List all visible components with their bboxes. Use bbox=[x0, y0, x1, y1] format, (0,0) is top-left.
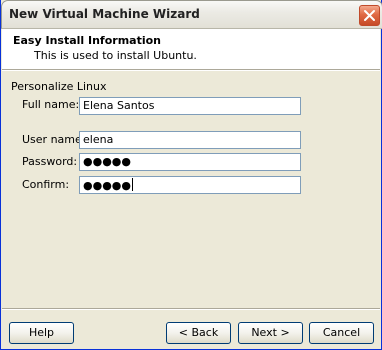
window-title: New Virtual Machine Wizard bbox=[9, 7, 200, 21]
header-title: Easy Install Information bbox=[13, 34, 162, 47]
full-name-label: Full name: bbox=[22, 98, 80, 111]
user-name-field[interactable]: elena bbox=[79, 131, 301, 149]
confirm-label: Confirm: bbox=[22, 178, 70, 191]
confirm-field[interactable]: ●●●●● bbox=[79, 176, 301, 194]
section-label: Personalize Linux bbox=[11, 80, 107, 93]
full-name-field[interactable]: Elena Santos bbox=[79, 97, 301, 115]
password-label: Password: bbox=[22, 155, 78, 168]
header-divider bbox=[2, 70, 380, 71]
next-button[interactable]: Next > bbox=[238, 322, 303, 344]
help-button[interactable]: Help bbox=[9, 322, 74, 344]
header-subtitle: This is used to install Ubuntu. bbox=[34, 49, 197, 62]
footer-divider bbox=[2, 308, 380, 310]
back-button[interactable]: < Back bbox=[166, 322, 231, 344]
user-name-label: User name: bbox=[22, 133, 86, 146]
text-caret bbox=[132, 178, 133, 191]
cancel-button[interactable]: Cancel bbox=[309, 322, 374, 344]
password-value: ●●●●● bbox=[83, 155, 131, 168]
title-bar: New Virtual Machine Wizard bbox=[1, 0, 382, 29]
confirm-value: ●●●●● bbox=[83, 179, 131, 192]
password-field[interactable]: ●●●●● bbox=[79, 153, 301, 171]
user-name-value: elena bbox=[83, 133, 114, 146]
wizard-window: New Virtual Machine Wizard Easy Install … bbox=[0, 0, 382, 350]
full-name-value: Elena Santos bbox=[83, 99, 155, 112]
close-button[interactable] bbox=[359, 5, 380, 26]
close-icon bbox=[364, 10, 375, 21]
wizard-header: Easy Install Information This is used to… bbox=[2, 29, 380, 70]
